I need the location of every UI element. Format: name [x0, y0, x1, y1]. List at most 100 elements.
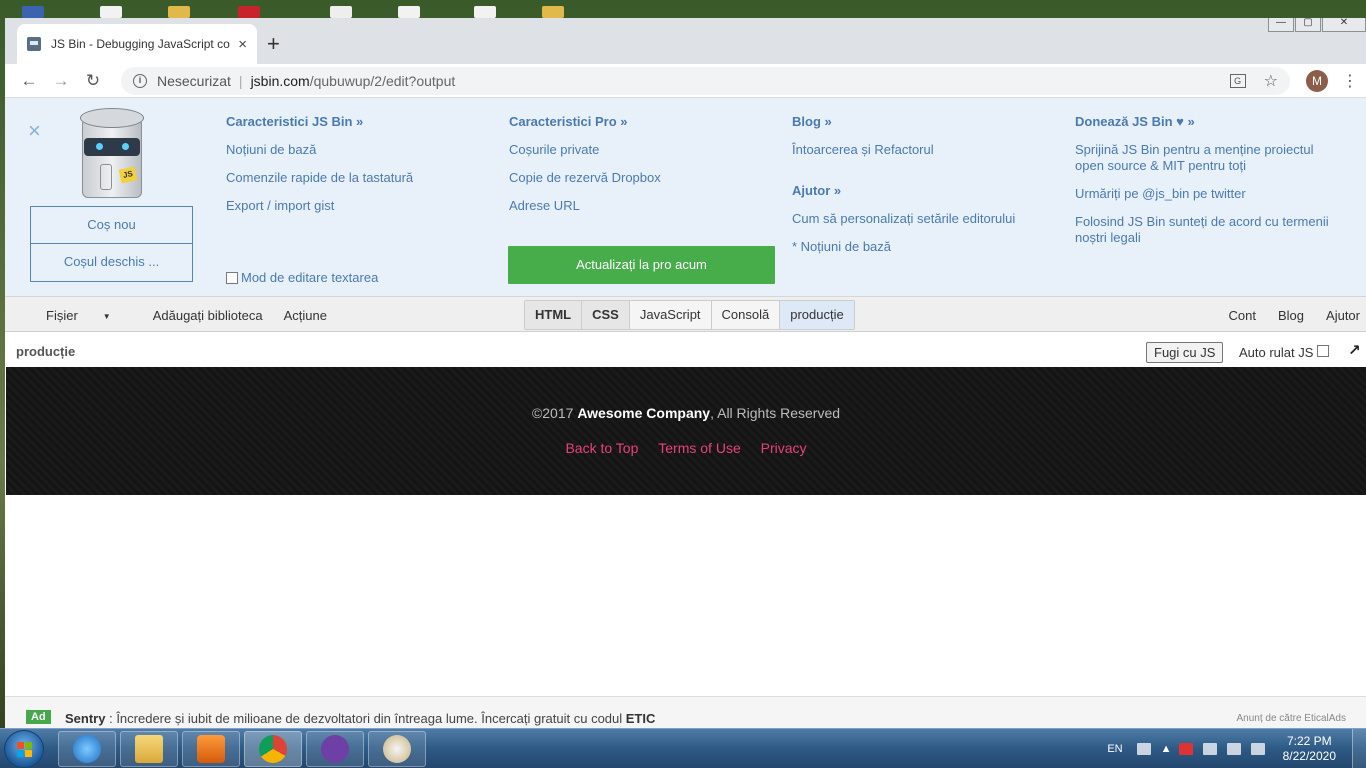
panel-close-icon[interactable]: × [28, 118, 41, 144]
company-name: Awesome Company [577, 405, 711, 421]
features-link-gist[interactable]: Export / import gist [226, 198, 486, 214]
jsbin-toolbar: Fișier ▼ Adăugați biblioteca Acțiune HTML… [5, 296, 1366, 332]
tab-javascript[interactable]: JavaScript [630, 301, 712, 329]
jsbin-favicon-icon [27, 37, 41, 51]
output-frame: ©2017 Awesome Company, All Rights Reserv… [6, 367, 1366, 696]
taskbar-explorer[interactable] [120, 731, 178, 767]
device-icon[interactable] [1202, 743, 1217, 755]
pro-link-dropbox[interactable]: Copie de rezervă Dropbox [509, 170, 779, 186]
menu-file[interactable]: Fișier ▼ [46, 308, 132, 323]
info-icon[interactable]: i [133, 73, 147, 88]
profile-avatar[interactable]: M [1306, 69, 1328, 92]
donate-link-twitter[interactable]: Urmăriți pe @js_bin pe twitter [1075, 186, 1345, 202]
minimize-button[interactable]: — [1268, 18, 1294, 32]
features-link-basics[interactable]: Noțiuni de bază [226, 142, 486, 158]
reload-icon[interactable]: ↻ [77, 71, 109, 91]
url-path: /qubuwup/2/edit?output [309, 72, 456, 89]
window-controls: — ▢ ✕ [1267, 18, 1366, 32]
tray-expand-icon[interactable]: ▲ [1161, 743, 1172, 755]
menu-action[interactable]: Acțiune [284, 308, 327, 323]
maximize-button[interactable]: ▢ [1295, 18, 1321, 32]
auto-run-checkbox[interactable] [1317, 344, 1330, 357]
show-desktop-button[interactable] [1352, 729, 1366, 768]
translate-icon[interactable]: G [1229, 73, 1246, 88]
new-tab-button[interactable]: + [267, 31, 280, 57]
volume-icon[interactable] [1250, 743, 1265, 755]
desktop-icon [238, 6, 260, 18]
bookmark-star-icon[interactable]: ☆ [1264, 71, 1278, 91]
jsbin-help-panel: × JS Coș nou Coșul deschis ... Caracteri… [5, 98, 1366, 296]
donate-heading-link[interactable]: Donează JS Bin ♥ » [1075, 114, 1345, 130]
ad-text[interactable]: Sentry : Încredere și iubit de milioane … [65, 711, 655, 726]
forward-arrow-icon[interactable]: → [45, 71, 77, 91]
copyright-prefix: ©2017 [531, 405, 578, 421]
taskbar-ie[interactable] [58, 731, 116, 767]
start-button[interactable] [4, 730, 44, 768]
jsbin-right-menu: Cont Blog Ajutor [1207, 297, 1360, 333]
blog-help-column: Blog » Întoarcerea și Refactorul Ajutor … [792, 114, 1052, 267]
menu-add-library[interactable]: Adăugați biblioteca [153, 308, 263, 323]
pro-link-private[interactable]: Coșurile private [509, 142, 779, 158]
upgrade-pro-button[interactable]: Actualizați la pro acum [508, 246, 775, 284]
donate-link-support[interactable]: Sprijină JS Bin pentru a menține proiect… [1075, 142, 1345, 174]
keyboard-icon[interactable] [1136, 743, 1151, 755]
tab-css[interactable]: CSS [582, 301, 630, 329]
menu-blog[interactable]: Blog [1278, 308, 1304, 323]
tab-console[interactable]: Consolă [712, 301, 781, 329]
new-bin-button[interactable]: Coș nou [30, 206, 193, 244]
github-desktop-icon [321, 735, 349, 763]
textarea-mode-label: Mod de editare textarea [241, 270, 379, 285]
features-link-shortcuts[interactable]: Comenzile rapide de la tastatură [226, 170, 486, 186]
textarea-mode-option[interactable]: Mod de editare textarea [226, 270, 378, 285]
copyright-suffix: , All Rights Reserved [710, 405, 841, 421]
browser-menu-icon[interactable]: ⋮ [1342, 71, 1358, 91]
network-icon[interactable] [1226, 743, 1241, 755]
ad-by-label[interactable]: Anunț de către EticalAds [1236, 713, 1346, 724]
taskbar-github[interactable] [306, 731, 364, 767]
window-close-button[interactable]: ✕ [1322, 18, 1366, 32]
blog-link-refactor[interactable]: Întoarcerea și Refactorul [792, 142, 1052, 158]
blog-heading-link[interactable]: Blog » [792, 114, 1052, 130]
tab-output[interactable]: producție [780, 301, 854, 329]
windows-logo-icon [17, 742, 33, 758]
rendered-footer: ©2017 Awesome Company, All Rights Reserv… [6, 367, 1366, 495]
clock-date: 8/22/2020 [1282, 749, 1336, 763]
footer-copyright: ©2017 Awesome Company, All Rights Reserv… [6, 367, 1366, 421]
run-js-button[interactable]: Fugi cu JS [1146, 342, 1224, 363]
terms-link[interactable]: Terms of Use [658, 440, 740, 456]
help-link-basics[interactable]: * Noțiuni de bază [792, 239, 1052, 255]
clock[interactable]: 7:22 PM 8/22/2020 [1283, 734, 1336, 764]
back-to-top-link[interactable]: Back to Top [565, 440, 638, 456]
taskbar-paint[interactable] [368, 731, 426, 767]
desktop-icon [542, 6, 564, 18]
language-indicator[interactable]: EN [1107, 743, 1122, 755]
privacy-link[interactable]: Privacy [761, 440, 807, 456]
footer-links: Back to Top Terms of Use Privacy [6, 440, 1366, 456]
back-arrow-icon[interactable]: ← [13, 71, 45, 91]
help-link-editor-settings[interactable]: Cum să personalizați setările editorului [792, 211, 1052, 227]
donate-link-terms[interactable]: Folosind JS Bin sunteți de acord cu term… [1075, 214, 1345, 246]
menu-help[interactable]: Ajutor [1326, 308, 1360, 323]
ad-message: : Încredere și iubit de milioane de dezv… [109, 711, 626, 726]
clock-time: 7:22 PM [1286, 734, 1332, 748]
address-bar[interactable]: i Nesecurizat | jsbin.com/qubuwup/2/edit… [121, 66, 1290, 95]
help-heading-link[interactable]: Ajutor » [792, 183, 1052, 199]
pro-link-urls[interactable]: Adrese URL [509, 198, 779, 214]
browser-tab[interactable]: JS Bin - Debugging JavaScript co × [17, 24, 257, 64]
menu-file-label: Fișier [46, 307, 78, 323]
action-center-icon[interactable] [1178, 743, 1193, 755]
textarea-mode-checkbox[interactable] [226, 271, 238, 284]
tab-html[interactable]: HTML [525, 301, 583, 329]
taskbar-media[interactable] [182, 731, 240, 767]
tab-close-icon[interactable]: × [238, 36, 247, 53]
pro-heading-link[interactable]: Caracteristici Pro » [509, 114, 779, 130]
popout-arrow-icon[interactable]: ↗ [1348, 341, 1361, 359]
open-bin-button[interactable]: Coșul deschis ... [30, 244, 193, 282]
caret-down-icon: ▼ [102, 311, 111, 321]
address-separator: | [238, 72, 243, 89]
chrome-icon [259, 735, 287, 763]
features-heading-link[interactable]: Caracteristici JS Bin » [226, 114, 486, 130]
menu-account[interactable]: Cont [1229, 308, 1256, 323]
taskbar-chrome[interactable] [244, 731, 302, 767]
auto-run-option[interactable]: Auto rulat JS [1239, 344, 1330, 360]
